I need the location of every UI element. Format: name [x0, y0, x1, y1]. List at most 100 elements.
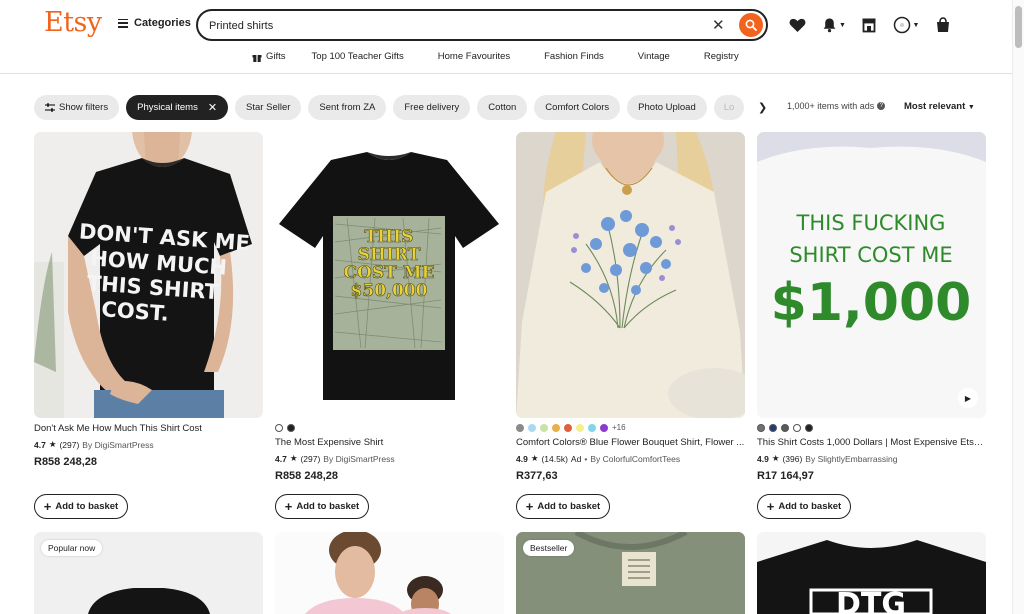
color-swatch[interactable] — [552, 423, 560, 432]
nav-item-fashion-finds[interactable]: Fashion Finds — [544, 51, 604, 62]
sort-dropdown[interactable]: Most relevant ▼ — [904, 101, 975, 112]
nav-item-gifts[interactable]: Gifts — [252, 51, 286, 62]
add-to-basket-label: Add to basket — [778, 501, 842, 512]
color-swatch[interactable] — [757, 423, 765, 432]
plus-icon: + — [284, 499, 293, 514]
shop-name[interactable]: By ColorfulComfortTees — [590, 454, 680, 464]
clear-search-icon[interactable]: ✕ — [712, 16, 725, 34]
product-card[interactable]: THIS SHIRT COST ME $50,000 The Most Expe… — [275, 132, 504, 482]
shirt-print-text: $1,000 — [771, 273, 972, 333]
chevron-down-icon: ▼ — [839, 21, 846, 29]
shop-manager-icon[interactable] — [860, 16, 878, 34]
color-swatch[interactable] — [781, 423, 789, 432]
color-swatch[interactable] — [588, 423, 596, 432]
add-to-basket-button[interactable]: + Add to basket — [275, 494, 369, 519]
color-swatch[interactable] — [793, 423, 801, 432]
info-icon[interactable]: ? — [877, 102, 886, 110]
chevron-right-icon[interactable]: ❯ — [758, 101, 767, 114]
star-icon: ★ — [530, 453, 539, 463]
add-to-basket-button[interactable]: + Add to basket — [34, 494, 128, 519]
product-image[interactable] — [516, 132, 745, 418]
shop-name[interactable]: By DigiSmartPress — [82, 440, 153, 450]
product-card[interactable]: THIS FUCKING SHIRT COST ME $1,000 ▶ This… — [757, 132, 986, 482]
product-image[interactable]: THIS FUCKING SHIRT COST ME $1,000 ▶ — [757, 132, 986, 418]
product-title[interactable]: Comfort Colors® Blue Flower Bouquet Shir… — [516, 437, 745, 448]
product-card-image[interactable] — [275, 532, 504, 614]
remove-filter-icon[interactable]: ✕ — [208, 101, 217, 114]
chip-truncated[interactable]: Lo — [713, 95, 744, 120]
color-swatches — [275, 423, 504, 432]
page-scrollbar[interactable] — [1012, 0, 1024, 614]
shirt-print-text: THIS — [365, 227, 414, 247]
product-card-image[interactable]: Popular now — [34, 532, 263, 614]
etsy-logo[interactable]: Etsy — [44, 7, 102, 38]
product-photo — [305, 532, 451, 614]
search-button[interactable] — [739, 13, 763, 37]
basket-icon[interactable] — [934, 16, 952, 34]
chip-physical-items[interactable]: Physical items ✕ — [126, 95, 229, 120]
product-card-image[interactable]: DTG — [757, 532, 986, 614]
shop-name[interactable]: By SlightlyEmbarrassing — [805, 454, 897, 464]
play-video-button[interactable]: ▶ — [958, 388, 978, 408]
chip-cotton[interactable]: Cotton — [477, 95, 528, 120]
favourites-heart-icon[interactable] — [788, 16, 806, 34]
product-card[interactable]: +16 Comfort Colors® Blue Flower Bouquet … — [516, 132, 745, 482]
add-to-basket-label: Add to basket — [55, 501, 119, 512]
product-title[interactable]: Don't Ask Me How Much This Shirt Cost — [34, 423, 263, 434]
color-swatch[interactable] — [576, 423, 584, 432]
color-swatch[interactable] — [528, 423, 536, 432]
hamburger-icon — [118, 18, 128, 28]
notifications-button[interactable]: ▼ — [821, 16, 847, 34]
scrollbar-thumb[interactable] — [1015, 6, 1022, 48]
product-title[interactable]: This Shirt Costs 1,000 Dollars | Most Ex… — [757, 437, 986, 448]
search-input[interactable] — [209, 17, 689, 35]
color-swatch[interactable] — [540, 423, 548, 432]
color-swatch[interactable] — [287, 423, 295, 432]
color-swatch[interactable] — [600, 423, 608, 432]
chip-star-seller[interactable]: Star Seller — [235, 95, 302, 120]
chip-sent-from-za[interactable]: Sent from ZA — [308, 95, 387, 120]
review-count: (297) — [59, 439, 80, 450]
nav-item-registry[interactable]: Registry — [704, 51, 739, 62]
product-image[interactable]: DON'T ASK ME HOW MUCH THIS SHIRT COST. — [34, 132, 263, 418]
chip-label: Show filters — [59, 102, 109, 113]
chip-free-delivery[interactable]: Free delivery — [393, 95, 471, 120]
product-rating: 4.7 ★ (297) By DigiSmartPress — [275, 453, 504, 464]
chip-label: Lo — [723, 102, 735, 113]
chip-comfort-colors[interactable]: Comfort Colors — [534, 95, 621, 120]
product-photo: DTG — [757, 540, 986, 614]
add-to-basket-button[interactable]: + Add to basket — [516, 494, 610, 519]
nav-item-label: Gifts — [266, 51, 286, 62]
plus-icon: + — [525, 499, 534, 514]
show-filters-button[interactable]: Show filters — [34, 95, 120, 120]
color-swatch[interactable] — [769, 423, 777, 432]
star-icon: ★ — [48, 439, 57, 449]
shop-name[interactable]: By DigiSmartPress — [323, 454, 394, 464]
shirt-print-text: THIS FUCKING — [796, 211, 946, 235]
rating-value: 4.9 — [757, 453, 769, 464]
color-swatch[interactable] — [564, 423, 572, 432]
shirt-print-text: $50,000 — [351, 281, 428, 301]
product-image[interactable]: THIS SHIRT COST ME $50,000 — [275, 132, 504, 418]
color-swatch[interactable] — [516, 423, 524, 432]
add-to-basket-button[interactable]: + Add to basket — [757, 494, 851, 519]
nav-item-teacher-gifts[interactable]: Top 100 Teacher Gifts — [312, 51, 404, 62]
categories-button[interactable]: Categories — [118, 17, 191, 29]
product-price: R17 164,97 — [757, 470, 814, 482]
product-card-image[interactable]: Bestseller — [516, 532, 745, 614]
account-button[interactable]: ▼ — [891, 16, 921, 34]
header-actions: ▼ ▼ — [788, 16, 952, 34]
nav-item-home-favourites[interactable]: Home Favourites — [438, 51, 510, 62]
color-swatch[interactable] — [805, 423, 813, 432]
chip-label: Physical items — [137, 102, 198, 113]
color-swatch[interactable] — [275, 423, 283, 432]
nav-item-label: Registry — [703, 51, 739, 62]
add-to-basket-label: Add to basket — [537, 501, 601, 512]
product-card[interactable]: DON'T ASK ME HOW MUCH THIS SHIRT COST. D… — [34, 132, 263, 468]
more-colors-count[interactable]: +16 — [612, 423, 626, 432]
chip-photo-upload[interactable]: Photo Upload — [627, 95, 707, 120]
chip-label: Photo Upload — [638, 102, 696, 113]
nav-item-vintage[interactable]: Vintage — [638, 51, 670, 62]
search-icon — [745, 19, 757, 31]
product-title[interactable]: The Most Expensive Shirt — [275, 437, 504, 448]
